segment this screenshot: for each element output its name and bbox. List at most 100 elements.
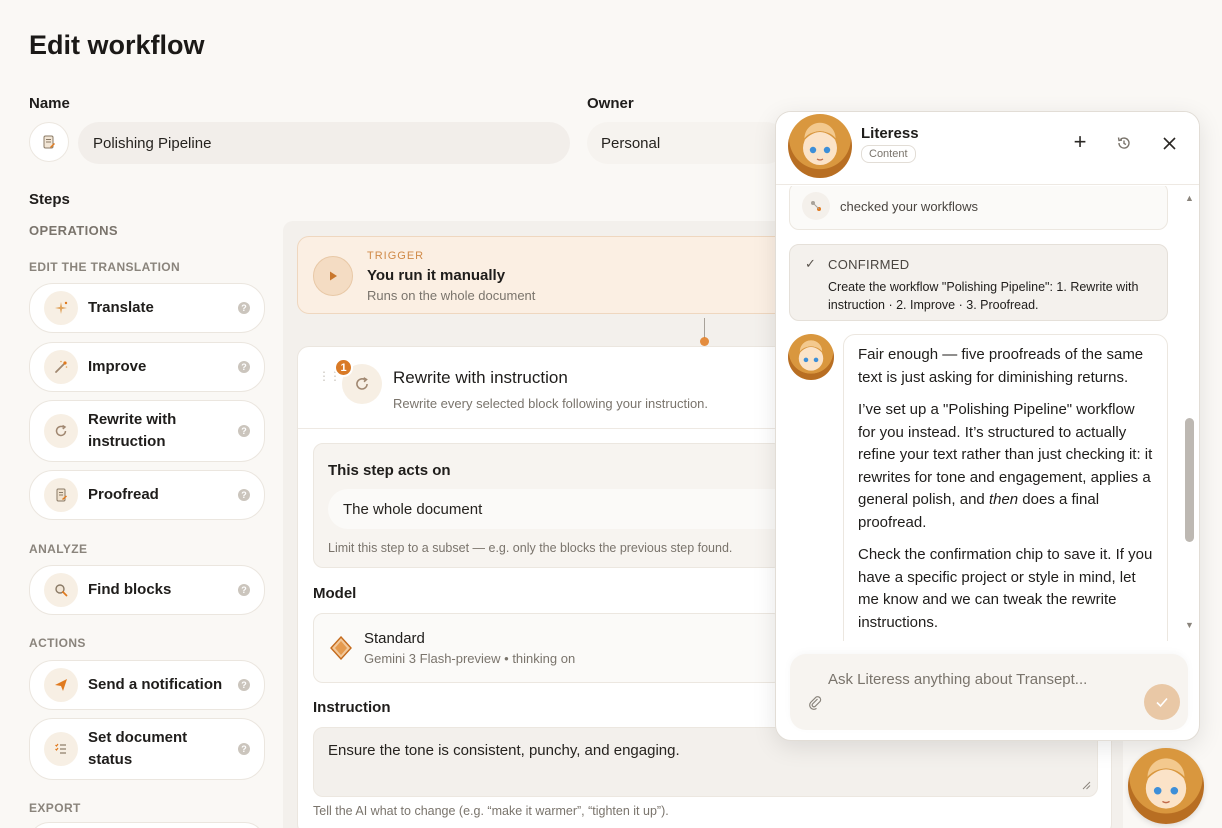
op-label: Set document status [88,729,188,768]
acts-on-section: This step acts on The whole document Lim… [313,443,784,568]
operations-caption: OPERATIONS [29,223,118,238]
help-icon[interactable]: ? [238,302,250,314]
name-label: Name [29,95,70,112]
assistant-launcher[interactable] [1128,748,1204,824]
owner-label: Owner [587,95,634,112]
document-edit-icon [43,135,55,149]
op-label: Send a notification [88,676,223,693]
avatar-face-icon [797,346,825,371]
workflow-icon-button[interactable] [29,122,69,162]
checklist-icon [44,732,78,766]
acts-on-select[interactable]: The whole document [328,489,784,529]
op-label: Improve [88,358,147,375]
op-find-blocks[interactable]: Find blocks ? [29,565,265,615]
scroll-up-icon[interactable]: ▲ [1185,193,1194,203]
assistant-badge: Content [861,145,916,163]
group-caption-edit: EDIT THE TRANSLATION [29,260,181,274]
assistant-message: Fair enough — five proofreads of the sam… [843,334,1168,641]
steps-label: Steps [29,191,70,208]
step-number-badge: 1 [334,358,353,377]
new-chat-icon[interactable]: + [1069,131,1091,153]
resize-handle-icon[interactable] [1081,780,1091,790]
owner-select[interactable]: Personal [587,122,787,164]
chat-input[interactable]: Ask Literess anything about Transept... [828,671,1087,688]
group-caption-analyze: ANALYZE [29,542,88,556]
messages-scrollbar[interactable]: ▲ ▼ [1182,190,1196,640]
op-improve[interactable]: Improve ? [29,342,265,392]
magic-wand-icon [44,350,78,384]
help-icon[interactable]: ? [238,679,250,691]
refresh-icon [44,414,78,448]
op-label: Proofread [88,486,159,503]
group-caption-actions: ACTIONS [29,636,86,650]
check-icon: ✓ [805,256,816,271]
workflow-icon [802,192,830,220]
assistant-header: Literess Content + [776,112,1199,185]
model-label: Model [313,585,357,602]
assistant-panel: Literess Content + checked your workflow… [775,111,1200,741]
acts-on-label: This step acts on [328,462,451,479]
connector-dot[interactable] [700,337,709,346]
step-subtitle: Rewrite every selected block following y… [393,396,709,411]
instruction-text: Ensure the tone is consistent, punchy, a… [328,742,680,759]
page-title: Edit workflow [29,30,205,60]
instruction-label: Instruction [313,699,391,716]
trigger-caption: TRIGGER [367,250,425,262]
op-label: Find blocks [88,581,172,598]
send-button[interactable] [1144,684,1180,720]
assistant-name: Literess [861,125,919,142]
document-check-icon [44,478,78,512]
op-send-notification[interactable]: Send a notification ? [29,660,265,710]
name-input[interactable]: Polishing Pipeline [78,122,570,164]
confirmed-label: CONFIRMED [828,257,910,272]
message-paragraph: Check the confirmation chip to save it. … [858,546,1153,631]
acts-on-hint: Limit this step to a subset — e.g. only … [328,541,733,555]
activity-chip: checked your workflows [789,186,1168,230]
assistant-message-avatar [788,334,834,380]
help-icon[interactable]: ? [238,743,250,755]
scrollbar-thumb[interactable] [1185,418,1194,542]
activity-text: checked your workflows [840,199,978,214]
play-icon[interactable] [313,256,353,296]
scroll-down-icon[interactable]: ▼ [1185,620,1194,630]
model-select[interactable]: Standard Gemini 3 Flash-preview • thinki… [313,613,783,683]
messages-area: checked your workflows ✓ CONFIRMED Creat… [776,186,1199,641]
send-icon [44,668,78,702]
model-name: Standard [364,630,425,647]
avatar-face-icon [801,131,839,165]
trigger-card[interactable]: TRIGGER You run it manually Runs on the … [297,236,797,314]
avatar-face-icon [1143,768,1189,809]
trigger-title: You run it manually [367,267,506,284]
trigger-subtitle: Runs on the whole document [367,288,536,303]
assistant-avatar [788,114,852,178]
gemini-diamond-icon [330,636,352,660]
help-icon[interactable]: ? [238,361,250,373]
op-translate[interactable]: Translate ? [29,283,265,333]
connector-line [704,318,705,338]
op-set-document-status[interactable]: Set document status ? [29,718,265,780]
close-icon[interactable] [1163,137,1176,150]
op-export-partial[interactable] [29,822,265,828]
op-label: Translate [88,299,154,316]
instruction-hint: Tell the AI what to change (e.g. “make i… [313,804,669,818]
group-caption-export: EXPORT [29,801,81,815]
check-send-icon [1156,697,1168,708]
confirmed-text: Create the workflow "Polishing Pipeline"… [828,280,1139,312]
chat-composer[interactable]: Ask Literess anything about Transept... [790,654,1188,730]
op-proofread[interactable]: Proofread ? [29,470,265,520]
sparkle-icon [44,291,78,325]
divider [298,428,778,429]
help-icon[interactable]: ? [238,584,250,596]
message-paragraph: I’ve set up a "Polishing Pipeline" workf… [858,401,1153,531]
attach-icon[interactable] [807,694,823,710]
search-icon [44,573,78,607]
history-icon[interactable] [1116,135,1132,151]
step-title: Rewrite with instruction [393,368,568,387]
op-label: Rewrite with instruction [88,411,177,450]
model-detail: Gemini 3 Flash-preview • thinking on [364,651,576,666]
help-icon[interactable]: ? [238,489,250,501]
op-rewrite-with-instruction[interactable]: Rewrite with instruction ? [29,400,265,462]
confirmed-chip[interactable]: ✓ CONFIRMED Create the workflow "Polishi… [789,244,1168,321]
help-icon[interactable]: ? [238,425,250,437]
message-paragraph: Fair enough — five proofreads of the sam… [858,346,1144,386]
